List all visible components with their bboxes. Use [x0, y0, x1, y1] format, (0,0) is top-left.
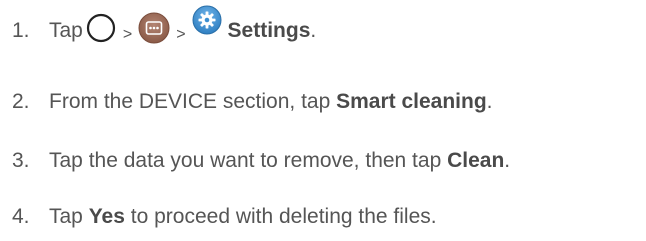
yes-label: Yes: [88, 205, 125, 228]
clean-label: Clean: [447, 149, 505, 172]
home-circle-icon: [85, 12, 117, 50]
step-3: 3. Tap the data you want to remove, then…: [12, 141, 510, 181]
step-text: Tap: [49, 19, 83, 42]
step-text-end: .: [504, 149, 511, 172]
step-text-end: to proceed with deleting the files.: [124, 205, 437, 228]
step-4: 4. Tap Yes to proceed with deleting the …: [12, 197, 437, 237]
step-text-end: .: [486, 90, 493, 113]
step-number: 2.: [12, 90, 30, 113]
step-text: Tap: [49, 205, 89, 228]
settings-gear-icon: [192, 5, 222, 41]
step-number: 1.: [12, 19, 30, 42]
instruction-list: 1. Tap > > Settings . 2. From the DEVICE…: [0, 0, 646, 241]
step-1: 1. Tap > > Settings .: [12, 5, 317, 51]
separator: >: [176, 26, 186, 43]
step-text-end: .: [310, 19, 317, 42]
settings-label: Settings: [227, 19, 311, 42]
step-text: Tap the data you want to remove, then ta…: [49, 149, 448, 172]
step-number: 4.: [12, 205, 30, 228]
apps-icon: [138, 12, 170, 50]
smart-cleaning-label: Smart cleaning: [336, 90, 487, 113]
step-number: 3.: [12, 149, 30, 172]
separator: >: [122, 26, 133, 43]
step-text: From the DEVICE section, tap: [49, 90, 337, 113]
step-2: 2. From the DEVICE section, tap Smart cl…: [12, 82, 493, 122]
